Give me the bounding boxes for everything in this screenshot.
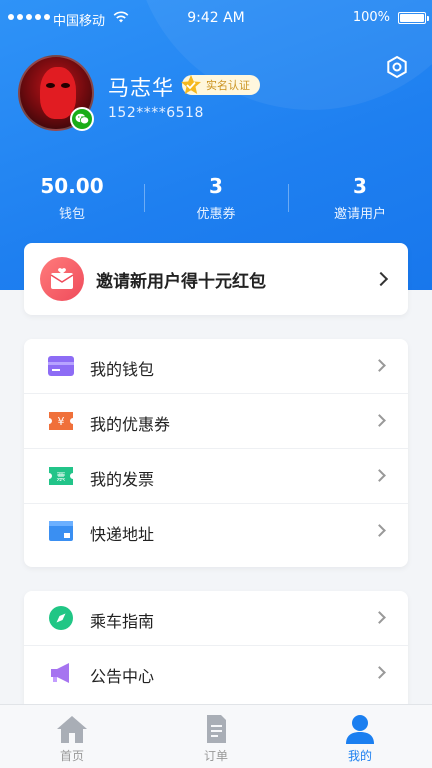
- chevron-right-icon: [373, 469, 386, 482]
- invite-banner[interactable]: 邀请新用户得十元红包: [24, 243, 408, 315]
- stat-coupons[interactable]: 3 优惠券: [144, 172, 288, 228]
- menu-item-ride-guide[interactable]: 乘车指南: [24, 591, 408, 646]
- user-name: 马志华: [108, 76, 174, 100]
- invite-banner-label: 邀请新用户得十元红包: [96, 272, 266, 292]
- user-phone: 152****6518: [108, 105, 204, 121]
- home-icon: [57, 716, 87, 743]
- menu-item-label: 乘车指南: [90, 612, 155, 631]
- stat-coupons-value: 3: [209, 174, 223, 198]
- wallet-icon: [48, 356, 74, 376]
- chevron-right-icon: [373, 271, 389, 287]
- tab-orders[interactable]: 订单: [144, 705, 288, 768]
- menu-item-announcements[interactable]: 公告中心: [24, 646, 408, 701]
- chevron-right-icon: [373, 611, 386, 624]
- stat-invited-label: 邀请用户: [333, 207, 386, 222]
- wechat-icon: [70, 107, 94, 131]
- menu-item-label: 我的优惠券: [90, 415, 171, 434]
- menu-item-label: 快递地址: [90, 525, 155, 544]
- stats-row: 50.00 钱包 3 优惠券 3 邀请用户: [0, 172, 432, 228]
- status-bar: 中国移动 9:42 AM 100%: [0, 0, 432, 38]
- order-icon: [207, 715, 226, 743]
- menu-item-label: 我的钱包: [90, 360, 155, 379]
- menu-item-coupons[interactable]: ¥ 我的优惠券: [24, 394, 408, 449]
- red-envelope-icon: [40, 257, 84, 301]
- address-icon: [49, 521, 73, 541]
- menu-item-wallet[interactable]: 我的钱包: [24, 339, 408, 394]
- battery-icon: [398, 12, 429, 24]
- menu-item-label: 公告中心: [90, 667, 155, 686]
- megaphone-icon: [51, 663, 69, 683]
- verified-badge: 实名认证: [181, 75, 260, 95]
- verified-star-icon: [181, 75, 201, 94]
- stat-wallet-value: 50.00: [40, 174, 104, 198]
- tab-profile[interactable]: 我的: [288, 705, 432, 768]
- stat-coupons-label: 优惠券: [196, 207, 236, 222]
- menu-group-account: 我的钱包 ¥ 我的优惠券 票 我的发票 快递地址: [24, 339, 408, 567]
- coupon-icon: ¥: [49, 412, 73, 430]
- chevron-right-icon: [373, 359, 386, 372]
- user-icon: [346, 715, 374, 744]
- battery-percentage: 100%: [352, 10, 390, 25]
- menu-item-label: 我的发票: [90, 470, 155, 489]
- chevron-right-icon: [373, 524, 386, 537]
- settings-icon[interactable]: [385, 55, 409, 79]
- chevron-right-icon: [373, 414, 386, 427]
- tab-home[interactable]: 首页: [0, 705, 144, 768]
- tab-label: 我的: [347, 749, 372, 763]
- menu-item-address[interactable]: 快递地址: [24, 504, 408, 559]
- chevron-right-icon: [373, 666, 386, 679]
- stat-invited[interactable]: 3 邀请用户: [288, 172, 432, 228]
- coupon-glyph: ¥: [58, 415, 65, 428]
- stat-wallet-label: 钱包: [58, 207, 85, 222]
- stat-divider: [144, 184, 145, 212]
- menu-group-info: 乘车指南 公告中心: [24, 591, 408, 711]
- stat-wallet[interactable]: 50.00 钱包: [0, 172, 144, 228]
- tab-label: 订单: [203, 749, 228, 763]
- invoice-icon: 票: [49, 467, 73, 485]
- bottom-tab-bar: 首页 订单 我的: [0, 704, 432, 768]
- stat-invited-value: 3: [353, 174, 367, 198]
- stat-divider: [288, 184, 289, 212]
- verified-label: 实名认证: [206, 79, 250, 92]
- menu-item-invoice[interactable]: 票 我的发票: [24, 449, 408, 504]
- status-time: 9:42 AM: [187, 10, 245, 26]
- compass-icon: [49, 606, 73, 630]
- invoice-glyph: 票: [56, 472, 65, 483]
- tab-label: 首页: [59, 749, 84, 763]
